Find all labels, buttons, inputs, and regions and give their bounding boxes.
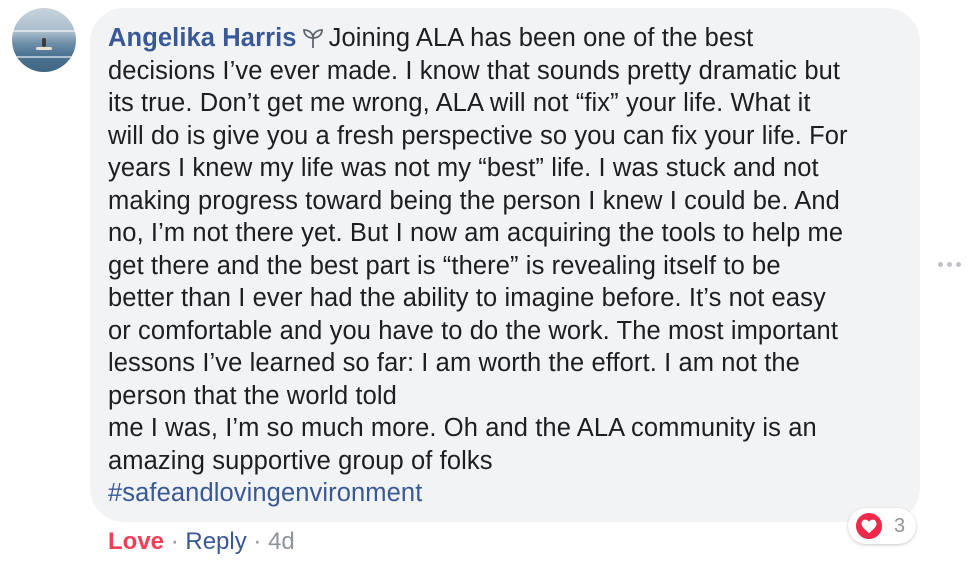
action-separator: · [253, 528, 262, 555]
comment-text-line: person that the world told [108, 381, 397, 410]
comment-actions: Love · Reply · 4d [108, 527, 295, 557]
comment-text-line: years I knew my life was not my “best” l… [108, 154, 819, 182]
comment-text-first: Joining ALA has been one of the best [328, 24, 754, 52]
sprout-icon [301, 26, 325, 50]
more-options-dot [956, 262, 961, 267]
avatar[interactable] [12, 8, 76, 72]
author-name-link[interactable]: Angelika Harris [108, 24, 297, 52]
avatar-surfer-figure [42, 38, 46, 47]
comment-first-line: Angelika Harris Joining ALA has been one … [108, 22, 908, 55]
reaction-count: 3 [894, 514, 906, 537]
comment-timestamp[interactable]: 4d [268, 528, 295, 555]
comment-text-line: better than I ever had the ability to im… [108, 284, 826, 312]
more-options-dot [947, 262, 952, 267]
heart-icon [854, 511, 884, 541]
comment-text-line: me I was, I’m so much more. Oh and the A… [108, 414, 817, 442]
comment-body: Angelika Harris Joining ALA has been one … [108, 22, 908, 510]
comment-text-line: get there and the best part is “there” i… [108, 251, 781, 280]
comment-text-line: decisions I’ve ever made. I know that so… [108, 56, 841, 85]
comment-text-line: no, I’m not there yet. But I now am acqu… [108, 219, 844, 247]
reaction-summary[interactable]: 3 [848, 508, 916, 544]
comment-text-line: making progress toward being the person … [108, 186, 840, 215]
more-options-dot [938, 262, 943, 267]
comment-text-line: amazing supportive group of folks [108, 446, 493, 475]
avatar-wave-decoration [12, 30, 76, 32]
avatar-wave-decoration [12, 56, 76, 58]
love-reaction-button[interactable]: Love [108, 528, 164, 555]
avatar-surfboard [36, 47, 52, 50]
comment-text-line: its true. Don’t get me wrong, ALA will n… [108, 89, 811, 117]
action-separator: · [170, 528, 179, 555]
reply-button[interactable]: Reply [185, 528, 246, 555]
comment-text-line: will do is give you a fresh perspective … [108, 121, 848, 150]
comment-text-line: or comfortable and you have to do the wo… [108, 316, 839, 345]
comment-text-line: lessons I’ve learned so far: I am worth … [108, 349, 800, 377]
more-options-icon[interactable] [938, 262, 961, 267]
hashtag-link[interactable]: #safeandlovingenvironment [108, 477, 908, 510]
